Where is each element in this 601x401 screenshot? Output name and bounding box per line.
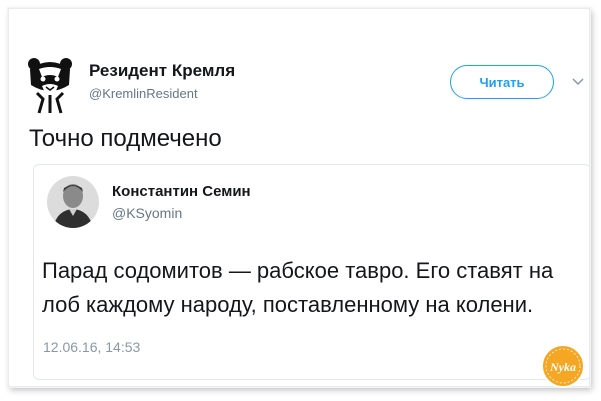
follow-button[interactable]: Читать: [450, 65, 554, 99]
author-handle[interactable]: @KremlinResident: [89, 86, 198, 101]
chevron-down-icon[interactable]: [572, 77, 584, 87]
bear-emblem-avatar[interactable]: [25, 55, 75, 115]
quoted-author-name[interactable]: Константин Семин: [112, 183, 251, 200]
quoted-text: Парад содомитов — рабское тавро. Его ста…: [42, 258, 554, 317]
quoted-author-avatar[interactable]: [47, 176, 99, 228]
quoted-timestamp[interactable]: 12.06.16, 14:53: [43, 339, 140, 355]
watermark-text: Nyka: [549, 360, 576, 374]
nyka-watermark-logo: Nyka: [541, 344, 585, 388]
quoted-tweet[interactable]: Константин Семин @KSyomin Парад содомито…: [33, 164, 589, 380]
author-name[interactable]: Резидент Кремля: [89, 61, 235, 81]
quoted-author-handle[interactable]: @KSyomin: [112, 205, 182, 221]
tweet-card: Резидент Кремля @KremlinResident Читать …: [8, 8, 590, 387]
tweet-text: Точно подмечено: [29, 125, 222, 152]
